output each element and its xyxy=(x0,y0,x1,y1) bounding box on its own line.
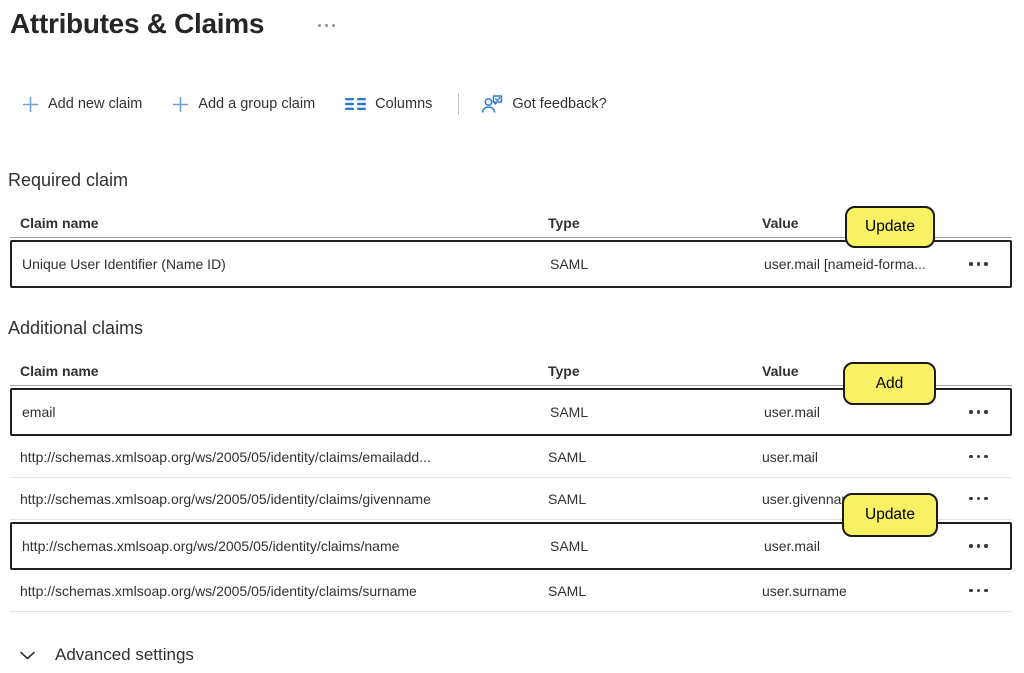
claim-name-cell: http://schemas.xmlsoap.org/ws/2005/05/id… xyxy=(20,449,548,465)
claim-value-cell: user.mail xyxy=(764,404,957,420)
claim-value-cell: user.mail xyxy=(764,538,957,554)
feedback-icon xyxy=(481,94,503,114)
command-toolbar: Add new claim Add a group claim Columns xyxy=(18,90,611,118)
column-header-type: Type xyxy=(548,363,762,379)
row-actions-ellipsis-icon[interactable] xyxy=(967,449,990,465)
got-feedback-button[interactable]: Got feedback? xyxy=(477,91,610,117)
table-row-unique-user-identifier[interactable]: Unique User Identifier (Name ID) SAML us… xyxy=(12,242,1010,286)
additional-claims-heading: Additional claims xyxy=(8,318,143,339)
advanced-settings-label: Advanced settings xyxy=(55,645,194,665)
annotation-update-required-claim: Update xyxy=(845,206,935,248)
add-group-claim-button[interactable]: Add a group claim xyxy=(168,93,319,116)
add-group-claim-label: Add a group claim xyxy=(198,96,315,112)
toolbar-divider xyxy=(458,93,459,115)
required-claim-heading: Required claim xyxy=(8,170,128,191)
claim-name-cell: http://schemas.xmlsoap.org/ws/2005/05/id… xyxy=(20,491,548,507)
claim-type-cell: SAML xyxy=(548,449,762,465)
advanced-settings-toggle[interactable]: Advanced settings xyxy=(20,645,194,665)
row-actions-ellipsis-icon[interactable] xyxy=(967,404,990,420)
row-actions-ellipsis-icon[interactable] xyxy=(967,256,990,272)
plus-icon xyxy=(172,96,189,113)
add-new-claim-label: Add new claim xyxy=(48,96,142,112)
columns-icon xyxy=(345,97,366,111)
claim-value-cell: user.mail xyxy=(762,449,955,465)
row-actions-ellipsis-icon[interactable] xyxy=(967,583,990,599)
claim-type-cell: SAML xyxy=(550,538,764,554)
add-new-claim-button[interactable]: Add new claim xyxy=(18,93,146,116)
claim-name-cell: email xyxy=(22,404,550,420)
claim-name-cell: Unique User Identifier (Name ID) xyxy=(22,256,550,272)
page-menu-ellipsis-icon[interactable] xyxy=(318,24,335,27)
claim-type-cell: SAML xyxy=(548,491,762,507)
claim-name-cell: http://schemas.xmlsoap.org/ws/2005/05/id… xyxy=(20,583,548,599)
claim-type-cell: SAML xyxy=(550,404,764,420)
claim-value-cell: user.surname xyxy=(762,583,955,599)
column-header-type: Type xyxy=(548,215,762,231)
chevron-down-icon xyxy=(20,651,35,660)
table-row-emailaddress[interactable]: http://schemas.xmlsoap.org/ws/2005/05/id… xyxy=(10,436,1012,478)
row-actions-ellipsis-icon[interactable] xyxy=(967,538,990,554)
page-title: Attributes & Claims xyxy=(10,8,264,40)
plus-icon xyxy=(22,96,39,113)
got-feedback-label: Got feedback? xyxy=(512,96,606,112)
column-header-claim-name: Claim name xyxy=(20,215,548,231)
columns-label: Columns xyxy=(375,96,432,112)
row-actions-ellipsis-icon[interactable] xyxy=(967,491,990,507)
annotation-update-name-claim: Update xyxy=(842,493,938,537)
claim-name-cell: http://schemas.xmlsoap.org/ws/2005/05/id… xyxy=(22,538,550,554)
annotation-add-email-claim: Add xyxy=(843,362,936,405)
claim-type-cell: SAML xyxy=(550,256,764,272)
claim-type-cell: SAML xyxy=(548,583,762,599)
column-header-claim-name: Claim name xyxy=(20,363,548,379)
claim-value-cell: user.mail [nameid-forma... xyxy=(764,256,957,272)
columns-button[interactable]: Columns xyxy=(341,93,436,115)
table-row-surname[interactable]: http://schemas.xmlsoap.org/ws/2005/05/id… xyxy=(10,570,1012,612)
